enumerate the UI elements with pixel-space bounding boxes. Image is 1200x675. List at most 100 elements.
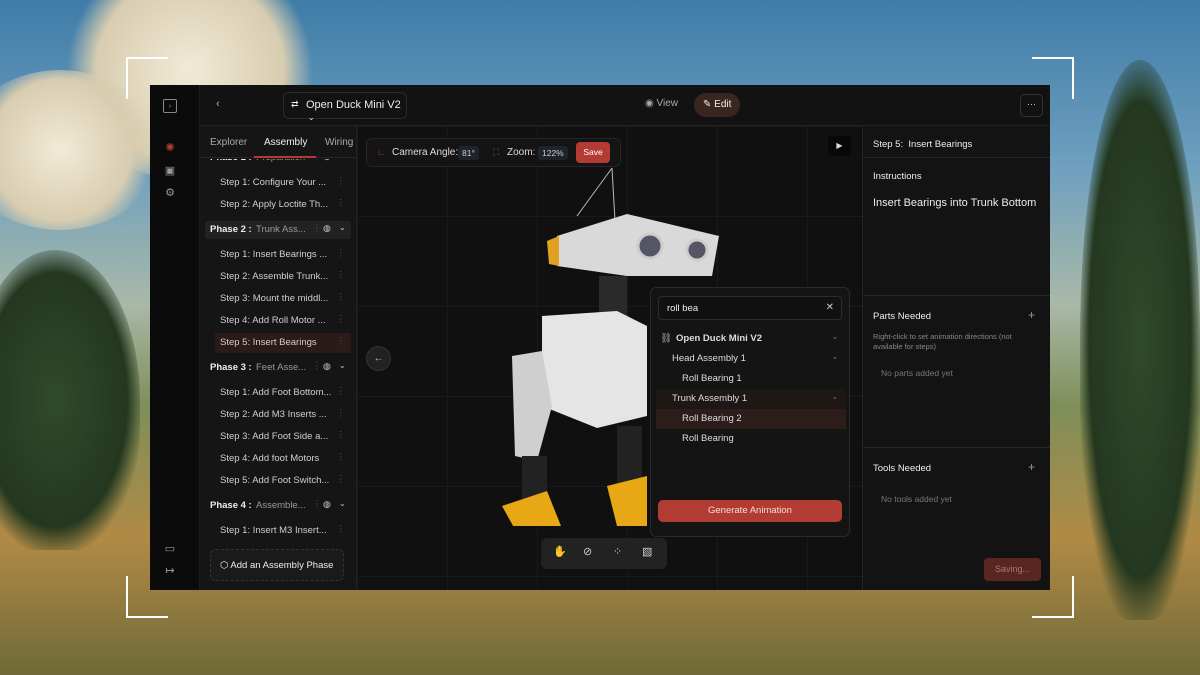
hierarchy-icon: ⛓ bbox=[660, 333, 673, 344]
clear-icon[interactable]: ✕ bbox=[826, 302, 834, 313]
phase-name: Trunk Ass... bbox=[256, 224, 306, 235]
camera-toolbar: ∟ Camera Angle: 81° ⛶ Zoom: 122% Save bbox=[366, 138, 621, 167]
play-button[interactable]: ▶ bbox=[828, 136, 851, 156]
cube-plus-icon: ⬡ bbox=[220, 560, 231, 571]
chevron-down-icon[interactable]: ⌄ bbox=[339, 223, 346, 232]
step-item[interactable]: Step 1: Configure Your ... ⋮ bbox=[200, 173, 357, 193]
tree-root[interactable]: ⛓ Open Duck Mini V2 ⌄ bbox=[656, 329, 846, 349]
kebab-icon[interactable]: ⋮ bbox=[312, 159, 322, 162]
tab-wiring[interactable]: Wiring bbox=[325, 137, 353, 148]
phase-header[interactable]: Phase 2 : Trunk Ass... ⋮ ◍ ⌄ bbox=[205, 221, 351, 239]
tab-explorer[interactable]: Explorer bbox=[210, 137, 247, 148]
part-search-popup: roll bea ✕ ⛓ Open Duck Mini V2 ⌄ Head Asse… bbox=[650, 287, 850, 537]
step-item[interactable]: Step 4: Add foot Motors ⋮ bbox=[200, 449, 357, 469]
hand-icon[interactable]: ✋ bbox=[553, 545, 567, 558]
chevron-down-icon[interactable]: ⌄ bbox=[339, 159, 346, 160]
add-tool-icon[interactable]: + bbox=[1028, 460, 1035, 474]
hide-icon[interactable]: ⊘ bbox=[583, 545, 592, 558]
angle-icon: ∟ bbox=[377, 147, 386, 157]
step-item[interactable]: Step 1: Add Foot Bottom... ⋮ bbox=[200, 383, 357, 403]
kebab-icon[interactable]: ⋮ bbox=[336, 524, 346, 535]
project-selector[interactable]: ⇄ Open Duck Mini V2 ⌄ bbox=[283, 92, 407, 122]
step-item[interactable]: Step 1: Insert Bearings ... ⋮ bbox=[200, 245, 357, 265]
step-item[interactable]: Step 5: Insert Bearings ⋮ bbox=[215, 333, 351, 353]
step-item[interactable]: Step 2: Apply Loctite Th... ⋮ bbox=[200, 195, 357, 215]
kebab-icon[interactable]: ⋮ bbox=[312, 361, 322, 372]
instructions-text[interactable]: Insert Bearings into Trunk Bottom bbox=[873, 197, 1036, 209]
parts-hint: Right-click to set animation directions … bbox=[873, 332, 1012, 351]
layers-icon[interactable]: ▧ bbox=[642, 545, 652, 558]
step-item[interactable]: Step 3: Add Foot Side a... ⋮ bbox=[200, 427, 357, 447]
generate-animation-button[interactable]: Generate Animation bbox=[658, 500, 842, 522]
step-item[interactable]: Step 2: Assemble Trunk... ⋮ bbox=[200, 267, 357, 287]
chevron-down-icon[interactable]: ⌄ bbox=[339, 361, 346, 370]
animation-icon[interactable]: ◍ bbox=[323, 159, 331, 162]
kebab-icon[interactable]: ⋮ bbox=[336, 474, 346, 485]
kebab-icon[interactable]: ⋮ bbox=[336, 336, 346, 347]
animation-icon[interactable]: ◍ bbox=[323, 223, 331, 234]
phase-label: Phase 1 : bbox=[210, 159, 252, 163]
kebab-icon[interactable]: ⋮ bbox=[312, 223, 322, 234]
kebab-icon[interactable]: ⋮ bbox=[336, 314, 346, 325]
more-button[interactable]: ··· bbox=[1020, 94, 1043, 117]
edit-button[interactable]: ✎ Edit bbox=[694, 93, 740, 117]
camera-angle-label: Camera Angle: bbox=[392, 147, 459, 158]
saving-button[interactable]: Saving... bbox=[984, 558, 1041, 581]
save-button[interactable]: Save bbox=[576, 142, 610, 163]
step-item[interactable]: Step 4: Add Roll Motor ... ⋮ bbox=[200, 311, 357, 331]
tree-part[interactable]: Roll Bearing bbox=[656, 429, 846, 449]
tree-part-selected[interactable]: Roll Bearing 2 bbox=[656, 409, 846, 429]
step-item[interactable]: Step 3: Mount the middl... ⋮ bbox=[200, 289, 357, 309]
phase-label: Phase 2 : bbox=[210, 224, 252, 235]
assembly-tree: Phase 1 :Preparation⋮◍⌄Step 1: Configure… bbox=[200, 159, 357, 544]
step-item[interactable]: Step 5: Add Foot Switch... ⋮ bbox=[200, 471, 357, 491]
add-assembly-phase-button[interactable]: ⬡ Add an Assembly Phase bbox=[210, 549, 344, 581]
tree-part[interactable]: Roll Bearing 1 bbox=[656, 369, 846, 389]
parts-heading: Parts Needed bbox=[873, 311, 932, 322]
chat-icon[interactable]: ▭ bbox=[163, 542, 177, 556]
phase-header[interactable]: Phase 3 : Feet Asse... ⋮ ◍ ⌄ bbox=[205, 359, 351, 377]
kebab-icon[interactable]: ⋮ bbox=[336, 248, 346, 259]
logout-icon[interactable]: ↦ bbox=[163, 564, 177, 578]
phase-header[interactable]: Phase 4 : Assemble... ⋮ ◍ ⌄ bbox=[205, 497, 351, 515]
view-button[interactable]: ◉ View bbox=[645, 98, 678, 109]
part-search-input[interactable]: roll bea ✕ bbox=[658, 296, 842, 320]
kebab-icon[interactable]: ⋮ bbox=[336, 408, 346, 419]
animation-icon[interactable]: ◍ bbox=[323, 499, 331, 510]
kebab-icon[interactable]: ⋮ bbox=[336, 176, 346, 187]
tree-head-assembly[interactable]: Head Assembly 1 ⌄ bbox=[656, 349, 846, 369]
prev-step-button[interactable]: ← bbox=[366, 346, 391, 371]
kebab-icon[interactable]: ⋮ bbox=[312, 499, 322, 510]
tab-assembly[interactable]: Assembly bbox=[264, 137, 307, 148]
kebab-icon[interactable]: ⋮ bbox=[336, 386, 346, 397]
camera-angle-value[interactable]: 81° bbox=[458, 146, 479, 160]
add-part-icon[interactable]: + bbox=[1028, 308, 1035, 322]
focus-icon[interactable]: ⁘ bbox=[613, 545, 622, 558]
step-label: Step 2: Apply Loctite Th... bbox=[220, 199, 329, 210]
animation-icon[interactable]: ◍ bbox=[323, 361, 331, 372]
gear-icon[interactable]: ⚙ bbox=[163, 186, 177, 200]
robot-left-foot bbox=[502, 491, 561, 526]
phase-header[interactable]: Phase 1 : Preparation ⋮◍ ⌄ bbox=[205, 159, 351, 167]
step-label: Step 1: Add Foot Bottom... bbox=[220, 387, 332, 398]
kebab-icon[interactable]: ⋮ bbox=[336, 430, 346, 441]
tools-heading: Tools Needed bbox=[873, 463, 932, 474]
project-icon: ⇄ bbox=[291, 99, 299, 109]
chevron-down-icon: ⌄ bbox=[308, 113, 315, 122]
viewport[interactable]: ∟ Camera Angle: 81° ⛶ Zoom: 122% Save ▶ … bbox=[357, 126, 862, 590]
zoom-value[interactable]: 122% bbox=[538, 146, 568, 160]
step-item[interactable]: Step 2: Add M3 Inserts ... ⋮ bbox=[200, 405, 357, 425]
kebab-icon[interactable]: ⋮ bbox=[336, 452, 346, 463]
assembly-icon[interactable]: ✺ bbox=[163, 141, 177, 155]
sidebar-toggle-icon[interactable]: › bbox=[163, 99, 177, 113]
project-name: Open Duck Mini V2 bbox=[306, 99, 401, 111]
app-window: › ✺ ▣ ⚙ ▭ ↦ ‹ ⇄ Open Duck Mini V2 ⌄ ◉ Vi… bbox=[150, 85, 1050, 590]
edit-doc-icon[interactable]: ▣ bbox=[163, 164, 177, 178]
back-icon[interactable]: ‹ bbox=[216, 98, 220, 110]
tree-trunk-assembly[interactable]: Trunk Assembly 1 ⌄ bbox=[656, 389, 846, 409]
step-item[interactable]: Step 1: Insert M3 Insert... ⋮ bbox=[200, 521, 357, 541]
kebab-icon[interactable]: ⋮ bbox=[336, 198, 346, 209]
kebab-icon[interactable]: ⋮ bbox=[336, 270, 346, 281]
chevron-down-icon[interactable]: ⌄ bbox=[339, 499, 346, 508]
kebab-icon[interactable]: ⋮ bbox=[336, 292, 346, 303]
